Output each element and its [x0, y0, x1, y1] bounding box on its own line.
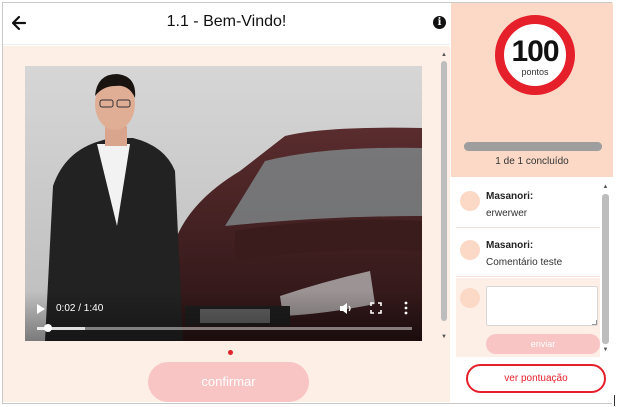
- score-value: 100: [511, 35, 559, 68]
- video-controls: 0:02 / 1:40: [25, 291, 422, 341]
- completion-progress-bar: [464, 142, 602, 151]
- play-icon[interactable]: [36, 303, 46, 315]
- scroll-up-arrow-icon[interactable]: ▲: [602, 184, 609, 191]
- comment-text: erwerwer: [486, 208, 528, 219]
- comment-author: Masanori:: [486, 240, 534, 251]
- send-comment-button[interactable]: enviar: [486, 334, 600, 354]
- scroll-down-arrow-icon[interactable]: ▼: [440, 333, 448, 341]
- resize-grip-icon[interactable]: [592, 320, 597, 325]
- comment-text: Comentário teste: [486, 257, 563, 268]
- text-cursor: [614, 395, 615, 406]
- comments-scrollbar[interactable]: ▲ ▼: [602, 184, 609, 356]
- lesson-scrollbar-thumb[interactable]: [441, 61, 447, 321]
- score-unit: pontos: [521, 67, 549, 77]
- completion-progress-fill: [464, 142, 602, 151]
- comment-item: Masanori: Comentário teste: [456, 229, 600, 277]
- video-seek-handle[interactable]: [44, 324, 52, 332]
- comments-scrollbar-thumb[interactable]: [602, 194, 609, 344]
- avatar: [460, 191, 480, 211]
- lesson-panel: 1.1 - Bem-Vindo! i ▲ ▼ 0:02 / 1:40 confi…: [3, 3, 450, 403]
- avatar: [460, 288, 480, 308]
- score-area: 100 pontos 1 de 1 concluído: [451, 3, 613, 177]
- completion-text: 1 de 1 concluído: [495, 156, 569, 167]
- app-window: 1.1 - Bem-Vindo! i ▲ ▼ 0:02 / 1:40 confi…: [2, 2, 613, 404]
- video-time: 0:02 / 1:40: [56, 303, 104, 314]
- scroll-up-arrow-icon[interactable]: ▲: [440, 51, 448, 59]
- volume-icon[interactable]: [339, 302, 353, 315]
- lesson-scrollbar[interactable]: ▲ ▼: [440, 51, 448, 341]
- fullscreen-icon[interactable]: [370, 302, 382, 314]
- avatar: [460, 240, 480, 260]
- score-sidebar: 100 pontos 1 de 1 concluído Masanori: er…: [451, 3, 613, 403]
- more-vertical-icon[interactable]: [403, 301, 409, 315]
- confirm-button[interactable]: confirmar: [148, 362, 309, 402]
- comment-composer: enviar: [456, 278, 600, 357]
- info-icon[interactable]: i: [433, 16, 446, 29]
- header-bar: 1.1 - Bem-Vindo! i: [3, 3, 450, 45]
- page-title: 1.1 - Bem-Vindo!: [166, 13, 287, 30]
- view-score-button[interactable]: ver pontuação: [466, 364, 606, 393]
- scroll-down-arrow-icon[interactable]: ▼: [602, 347, 609, 354]
- comments-list: Masanori: erwerwer Masanori: Comentário …: [456, 180, 608, 357]
- comment-item: Masanori: erwerwer: [456, 180, 600, 228]
- comment-author: Masanori:: [486, 191, 534, 202]
- comment-input[interactable]: [486, 286, 598, 326]
- video-seek-bar[interactable]: [37, 324, 412, 332]
- score-badge: 100 pontos: [495, 15, 575, 95]
- video-player[interactable]: 0:02 / 1:40: [25, 66, 422, 341]
- slide-indicator-dot[interactable]: [228, 350, 233, 355]
